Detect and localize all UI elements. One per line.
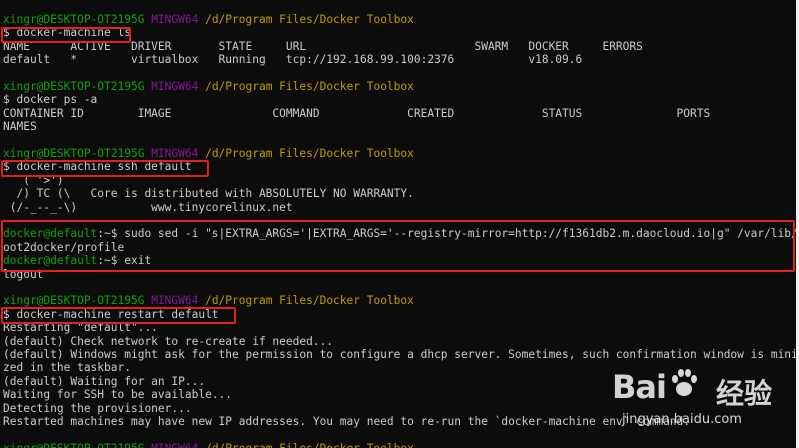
terminal-text: xingr@DESKTOP-OT2195G: [3, 147, 152, 160]
terminal-text: xingr@DESKTOP-OT2195G: [3, 13, 152, 26]
terminal-text: MINGW64: [151, 442, 205, 448]
terminal-line: zed in the taskbar.: [3, 361, 131, 374]
terminal-text: zed in the taskbar.: [3, 361, 131, 375]
terminal-text: /d/Program Files/Docker Toolbox: [205, 147, 414, 160]
terminal-text: (default) Windows might ask for the perm…: [3, 348, 796, 361]
terminal-text: Restarted machines may have new IP addre…: [3, 415, 691, 428]
terminal-line: xingr@DESKTOP-OT2195G MINGW64 /d/Program…: [3, 294, 414, 307]
terminal-text: CONTAINER ID IMAGE COMMAND CREATED STATU…: [3, 106, 711, 120]
terminal-line: CONTAINER ID IMAGE COMMAND CREATED STATU…: [3, 107, 710, 120]
terminal-text: default * virtualbox Running tcp://192.1…: [3, 53, 583, 67]
terminal-text: xingr@DESKTOP-OT2195G: [3, 80, 152, 93]
terminal-text: /d/Program Files/Docker Toolbox: [205, 442, 414, 448]
terminal-line: $ docker ps -a: [3, 93, 97, 106]
terminal-text: NAMES: [3, 120, 37, 134]
terminal-line: xingr@DESKTOP-OT2195G MINGW64 /d/Program…: [3, 442, 414, 448]
terminal-text: (default) Waiting for an IP...: [3, 374, 206, 388]
terminal-line: NAMES: [3, 120, 37, 133]
terminal-line: (default) Check network to re-create if …: [3, 335, 333, 348]
terminal-text: (default) Check network to re-create if …: [3, 334, 334, 348]
baidu-watermark: Bai 经验 jingyan.baidu.com: [612, 368, 792, 440]
terminal-line: xingr@DESKTOP-OT2195G MINGW64 /d/Program…: [3, 147, 414, 160]
terminal-text: $ docker ps -a: [3, 93, 98, 107]
terminal-line: (/-_--_-\) www.tinycorelinux.net: [3, 201, 293, 214]
terminal-line: Detecting the provisioner...: [3, 402, 192, 415]
terminal-text: /d/Program Files/Docker Toolbox: [205, 294, 414, 308]
terminal-line: xingr@DESKTOP-OT2195G MINGW64 /d/Program…: [3, 80, 414, 93]
highlight-box-sed: [1, 220, 795, 272]
highlight-box-restart: [1, 307, 236, 324]
watermark-url: jingyan.baidu.com: [622, 412, 742, 427]
terminal-text: xingr@DESKTOP-OT2195G: [3, 442, 151, 448]
terminal-text: (/-_--_-\) www.tinycorelinux.net: [3, 200, 293, 214]
terminal-line: (default) Windows might ask for the perm…: [3, 348, 796, 361]
watermark-logo: Bai: [612, 368, 667, 406]
terminal-text: MINGW64: [151, 80, 206, 93]
terminal-line: /) TC (\ Core is distributed with ABSOLU…: [3, 187, 414, 201]
terminal-line: default * virtualbox Running tcp://192.1…: [3, 53, 582, 66]
terminal-text: /d/Program Files/Docker Toolbox: [205, 80, 414, 93]
watermark-cn: 经验: [716, 377, 773, 410]
terminal-text: Detecting the provisioner...: [3, 401, 192, 415]
highlight-box-machine-ls: [1, 27, 131, 43]
terminal-line: xingr@DESKTOP-OT2195G MINGW64 /d/Program…: [3, 13, 414, 26]
paw-icon: [672, 369, 697, 396]
highlight-box-ssh: [1, 160, 209, 177]
terminal-text: /d/Program Files/Docker Toolbox: [205, 13, 414, 26]
terminal-text: xingr@DESKTOP-OT2195G: [3, 294, 152, 308]
terminal-text: MINGW64: [151, 147, 206, 160]
terminal-line: (default) Waiting for an IP...: [3, 375, 205, 388]
terminal-text: MINGW64: [151, 13, 206, 26]
terminal-text: /) TC (\ Core is distributed with ABSOLU…: [3, 187, 414, 201]
terminal-text: MINGW64: [151, 294, 206, 308]
terminal-line: Restarted machines may have new IP addre…: [3, 415, 690, 428]
terminal-text: Waiting for SSH to be available...: [3, 388, 233, 402]
terminal-line: Waiting for SSH to be available...: [3, 388, 232, 401]
